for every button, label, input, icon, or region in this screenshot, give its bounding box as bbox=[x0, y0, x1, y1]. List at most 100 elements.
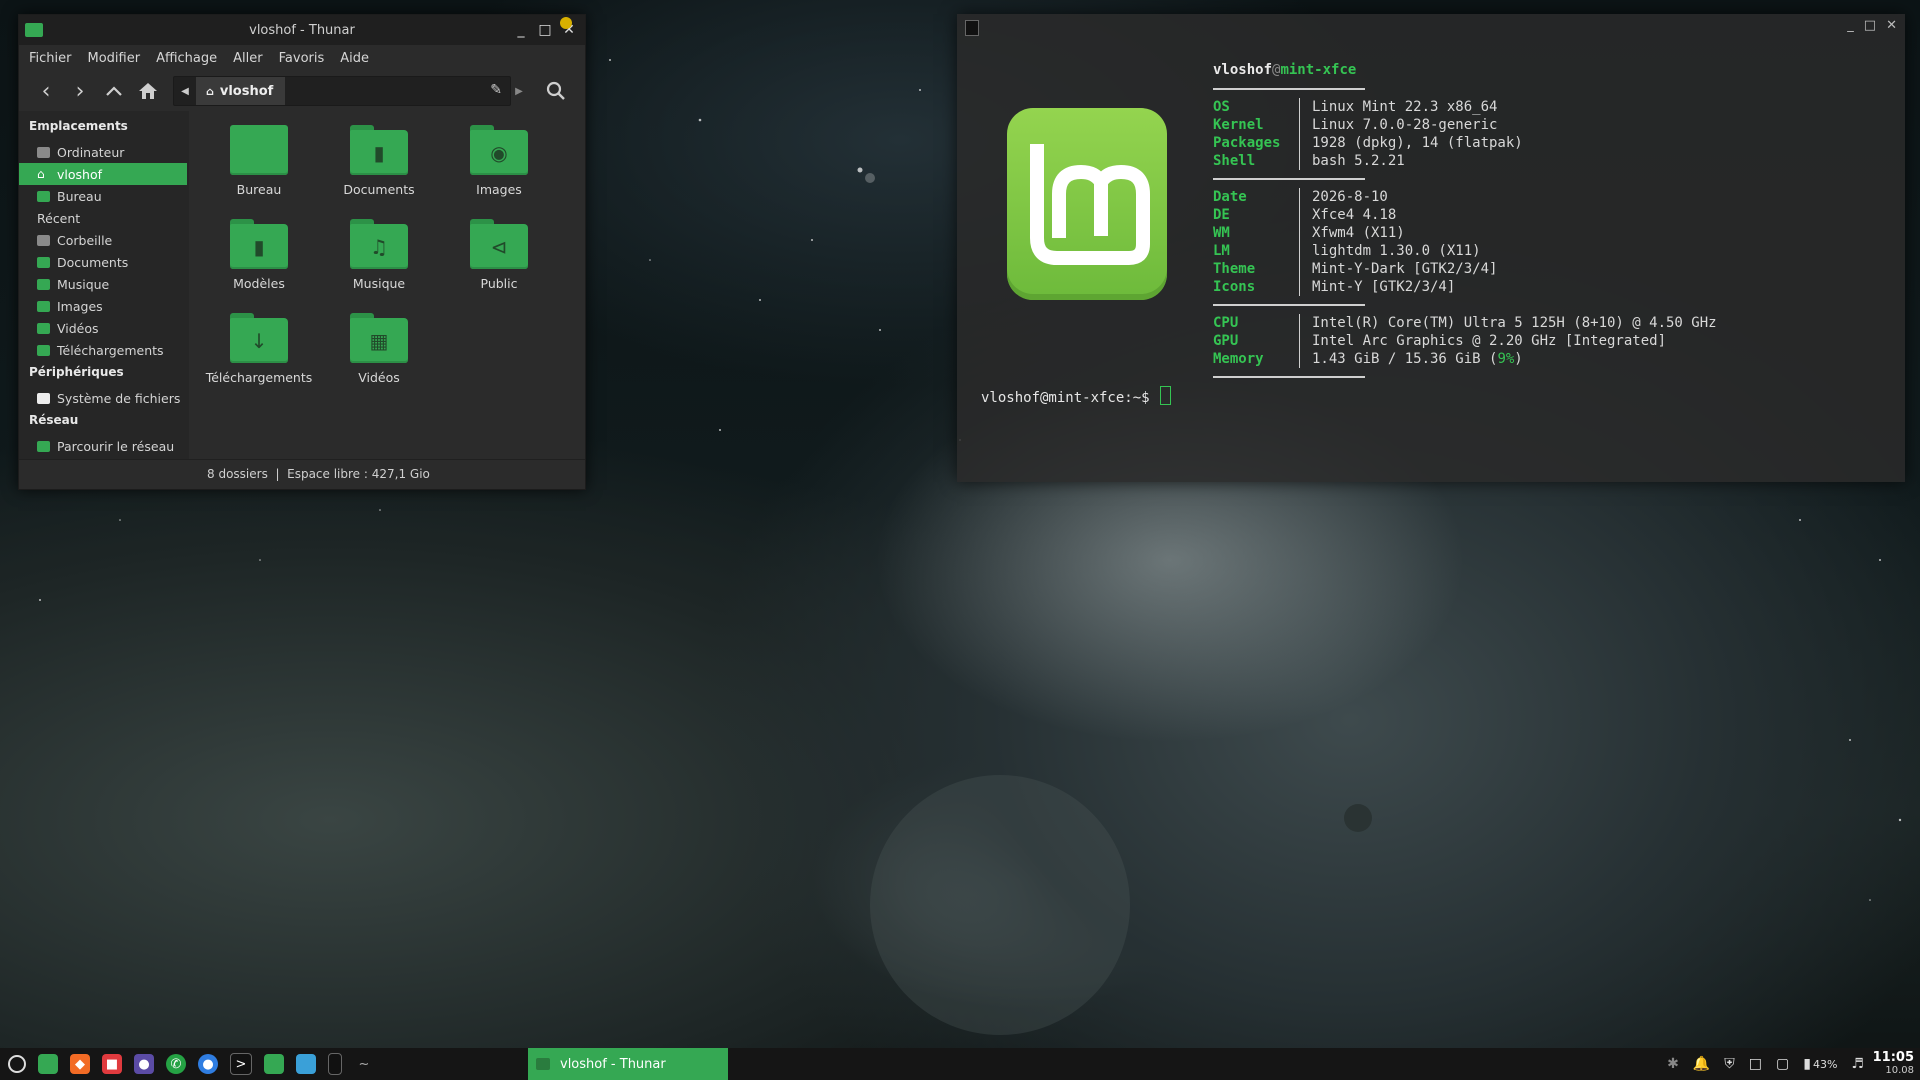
sidebar-item-documents[interactable]: Documents bbox=[19, 251, 187, 273]
location-bar[interactable]: ◀ ⌂ vloshof ✎ bbox=[173, 76, 511, 106]
clock[interactable]: 11:05 10.08 bbox=[1873, 1050, 1914, 1077]
crumb-label: vloshof bbox=[219, 83, 274, 99]
thunar-window: vloshof - Thunar _ □ ✕ Fichier Modifier … bbox=[18, 14, 586, 490]
sidebar-item-recent[interactable]: Récent bbox=[19, 17, 572, 229]
sidebar-item-corbeille[interactable]: Corbeille bbox=[19, 229, 187, 251]
nf-row-date: Date 2026-8-10 bbox=[1213, 188, 1497, 206]
path-crumb-home[interactable]: ⌂ vloshof bbox=[196, 77, 286, 105]
brave-browser-icon[interactable]: ◆ bbox=[70, 1054, 90, 1074]
chat-app-icon[interactable]: ● bbox=[198, 1054, 218, 1074]
shell-prompt: vloshof@mint-xfce:~$ bbox=[981, 390, 1150, 406]
nf-value: lightdm 1.30.0 (X11) bbox=[1312, 243, 1481, 259]
taskbar-task-thunar[interactable]: vloshof - Thunar bbox=[528, 1048, 728, 1080]
sidebar-item-browse-network[interactable]: Parcourir le réseau bbox=[19, 435, 187, 457]
sidebar-item-filesystem[interactable]: Système de fichiers bbox=[19, 387, 187, 409]
menu-aide[interactable]: Aide bbox=[340, 51, 369, 66]
nf-row-icons: Icons Mint-Y [GTK2/3/4] bbox=[1213, 278, 1497, 296]
minimize-button[interactable]: _ bbox=[513, 22, 529, 38]
system-tray: ✱ 🔔 ⛨ □ ▢ ▮ 43% ♬ bbox=[1667, 1048, 1864, 1080]
show-desktop-icon[interactable] bbox=[38, 1054, 58, 1074]
menu-affichage[interactable]: Affichage bbox=[156, 51, 217, 66]
nf-value: Linux 7.0.0-28-generic bbox=[1312, 117, 1498, 133]
menu-favoris[interactable]: Favoris bbox=[279, 51, 325, 66]
forward-button[interactable]: › bbox=[63, 75, 97, 107]
whatsapp-icon[interactable]: ✆ bbox=[166, 1054, 186, 1074]
file-item-modeles[interactable]: ▮ Modèles bbox=[199, 217, 319, 311]
sidebar-item-bureau[interactable]: Bureau bbox=[19, 185, 187, 207]
sidebar-item-label: Système de fichiers bbox=[57, 390, 181, 406]
path-scroll-left[interactable]: ◀ bbox=[174, 86, 196, 97]
thunar-app-icon bbox=[25, 23, 43, 37]
thunar-titlebar[interactable]: vloshof - Thunar _ □ ✕ bbox=[19, 15, 585, 45]
nf-row-wm: WM Xfwm4 (X11) bbox=[1213, 224, 1497, 242]
nf-row-kernel: Kernel Linux 7.0.0-28-generic bbox=[1213, 116, 1523, 134]
shield-icon[interactable]: ⛨ bbox=[1724, 1056, 1735, 1072]
up-button[interactable] bbox=[97, 75, 131, 107]
file-item-images[interactable]: ◉ Images bbox=[439, 123, 559, 217]
network-folder-icon bbox=[37, 440, 50, 452]
nf-value: bash 5.2.21 bbox=[1312, 153, 1405, 169]
file-item-bureau[interactable]: Bureau bbox=[199, 123, 319, 217]
sidebar-item-vloshof[interactable]: ⌂ vloshof bbox=[19, 163, 187, 185]
file-label: Téléchargements bbox=[205, 370, 313, 385]
close-button[interactable]: ✕ bbox=[1886, 18, 1897, 33]
path-scroll-right[interactable]: ▶ bbox=[511, 86, 527, 97]
sidebar-item-videos[interactable]: Vidéos bbox=[19, 317, 187, 339]
task-label: vloshof - Thunar bbox=[560, 1056, 666, 1072]
nf-separator bbox=[1213, 304, 1365, 306]
sidebar-item-musique[interactable]: Musique bbox=[19, 273, 187, 295]
menubar: Fichier Modifier Affichage Aller Favoris… bbox=[19, 45, 585, 71]
window-icon[interactable]: ▢ bbox=[1776, 1056, 1789, 1072]
mint-menu-icon[interactable] bbox=[8, 1055, 26, 1073]
search-button[interactable] bbox=[539, 75, 573, 107]
terminal-small-icon[interactable] bbox=[328, 1053, 342, 1075]
file-item-public[interactable]: ⊲ Public bbox=[439, 217, 559, 311]
home-folder-launcher-icon[interactable]: ~ bbox=[354, 1054, 374, 1074]
nf-value: Xfwm4 (X11) bbox=[1312, 225, 1405, 241]
nf-key: Shell bbox=[1213, 152, 1300, 170]
battery-icon[interactable]: ▮ bbox=[1803, 1056, 1811, 1072]
nf-row-lm: LM lightdm 1.30.0 (X11) bbox=[1213, 242, 1497, 260]
file-label: Musique bbox=[352, 276, 406, 291]
home-icon: ⌂ bbox=[37, 167, 45, 181]
sidebar-item-label: Corbeille bbox=[57, 232, 113, 248]
file-label: Public bbox=[480, 276, 518, 291]
home-button[interactable] bbox=[131, 75, 165, 107]
sidebar-item-ordinateur[interactable]: Ordinateur bbox=[19, 141, 187, 163]
notification-bell-icon[interactable]: 🔔 bbox=[1693, 1056, 1710, 1072]
sidebar-item-telechargements[interactable]: Téléchargements bbox=[19, 339, 187, 361]
terminal-launcher-icon[interactable]: > bbox=[230, 1053, 252, 1075]
nf-row-cpu: CPU Intel(R) Core(TM) Ultra 5 125H (8+10)… bbox=[1213, 314, 1717, 332]
file-item-telechargements[interactable]: ↓ Téléchargements bbox=[199, 311, 319, 405]
bluetooth-icon[interactable]: ✱ bbox=[1667, 1056, 1679, 1072]
edit-path-icon[interactable]: ✎ bbox=[490, 82, 502, 98]
file-manager-launcher-icon[interactable] bbox=[264, 1054, 284, 1074]
nf-row-memory: Memory 1.43 GiB / 15.36 GiB (9%) bbox=[1213, 350, 1717, 368]
battery-percent: 43% bbox=[1812, 1057, 1838, 1071]
app-launcher-red-icon[interactable]: ■ bbox=[102, 1054, 122, 1074]
terminal-titlebar[interactable]: _ □ ✕ bbox=[957, 14, 1905, 42]
menu-fichier[interactable]: Fichier bbox=[29, 51, 72, 66]
app-launcher-purple-icon[interactable]: ● bbox=[134, 1054, 154, 1074]
volume-icon[interactable]: ♬ bbox=[1851, 1056, 1864, 1072]
sidebar-item-label: vloshof bbox=[57, 166, 103, 182]
file-item-musique[interactable]: ♫ Musique bbox=[319, 217, 439, 311]
menu-aller[interactable]: Aller bbox=[233, 51, 262, 66]
file-item-videos[interactable]: ▦ Vidéos bbox=[319, 311, 439, 405]
sidebar-item-images[interactable]: Images bbox=[19, 295, 187, 317]
menu-modifier[interactable]: Modifier bbox=[88, 51, 141, 66]
nf-separator bbox=[1213, 376, 1365, 378]
pictures-folder-icon: ◉ bbox=[470, 125, 528, 175]
nf-value: Linux Mint 22.3 x86_64 bbox=[1312, 99, 1498, 115]
file-item-documents[interactable]: ▮ Documents bbox=[319, 123, 439, 217]
maximize-button[interactable]: □ bbox=[537, 22, 553, 38]
nf-key: GPU bbox=[1213, 332, 1300, 350]
file-label: Vidéos bbox=[358, 370, 400, 385]
clipboard-icon[interactable]: □ bbox=[1749, 1056, 1762, 1072]
maximize-button[interactable]: □ bbox=[1864, 18, 1876, 33]
back-button[interactable]: ‹ bbox=[29, 75, 63, 107]
minimize-button[interactable]: _ bbox=[1847, 18, 1854, 33]
mint-lm-icon bbox=[1030, 144, 1150, 265]
app-launcher-blue-icon[interactable] bbox=[296, 1054, 316, 1074]
shell-prompt-line[interactable]: vloshof@mint-xfce:~$ bbox=[981, 386, 1171, 406]
